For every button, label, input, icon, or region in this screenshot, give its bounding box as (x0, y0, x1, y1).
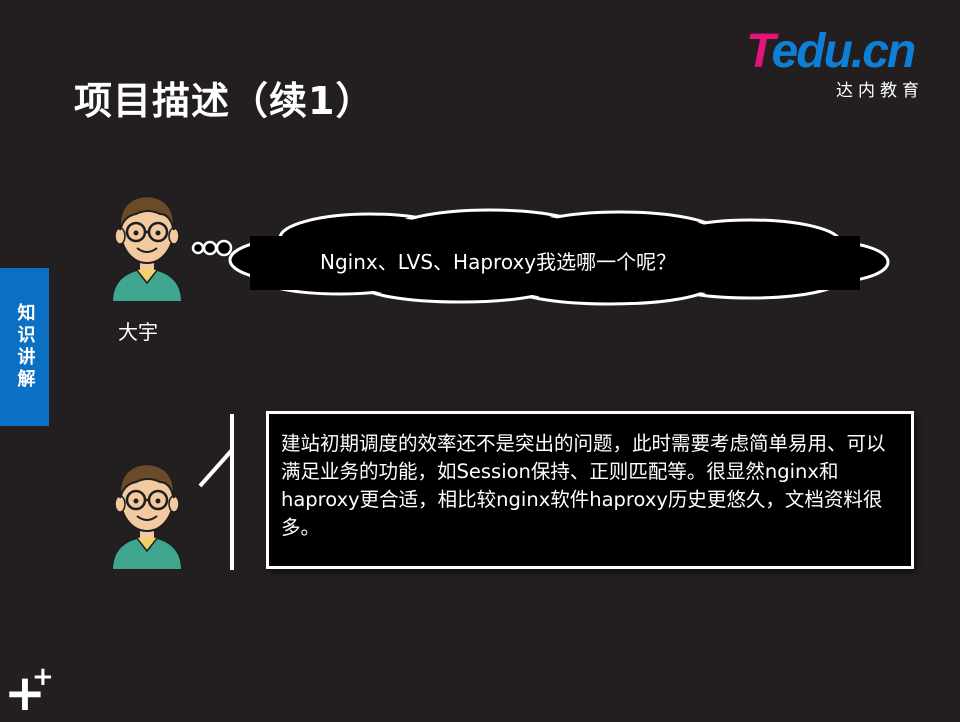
side-tab-knowledge: 知识讲解 (0, 268, 49, 426)
question-text: Nginx、LVS、Haproxy我选哪一个呢？ (320, 250, 677, 274)
speech-pointer (198, 414, 234, 570)
speaker-name: 大宇 (118, 320, 158, 344)
avatar-man-icon (110, 194, 184, 302)
plus-icon-small: + (32, 662, 54, 692)
tedu-logo: Tedu.cn 达内教育 (746, 25, 936, 102)
slide-title: 项目描述（续1） (74, 79, 375, 123)
logo-wordmark: Tedu.cn (746, 25, 917, 78)
logo-subtitle: 达内教育 (836, 81, 924, 101)
answer-box: 建站初期调度的效率还不是突出的问题，此时需要考虑简单易用、可以满足业务的功能，如… (266, 411, 914, 569)
answer-text: 建站初期调度的效率还不是突出的问题，此时需要考虑简单易用、可以满足业务的功能，如… (281, 432, 886, 539)
avatar-man-icon-2 (110, 462, 184, 570)
logo-rest: edu.cn (771, 25, 917, 78)
side-tab-label: 知识讲解 (14, 303, 36, 391)
logo-t: T (746, 25, 774, 78)
